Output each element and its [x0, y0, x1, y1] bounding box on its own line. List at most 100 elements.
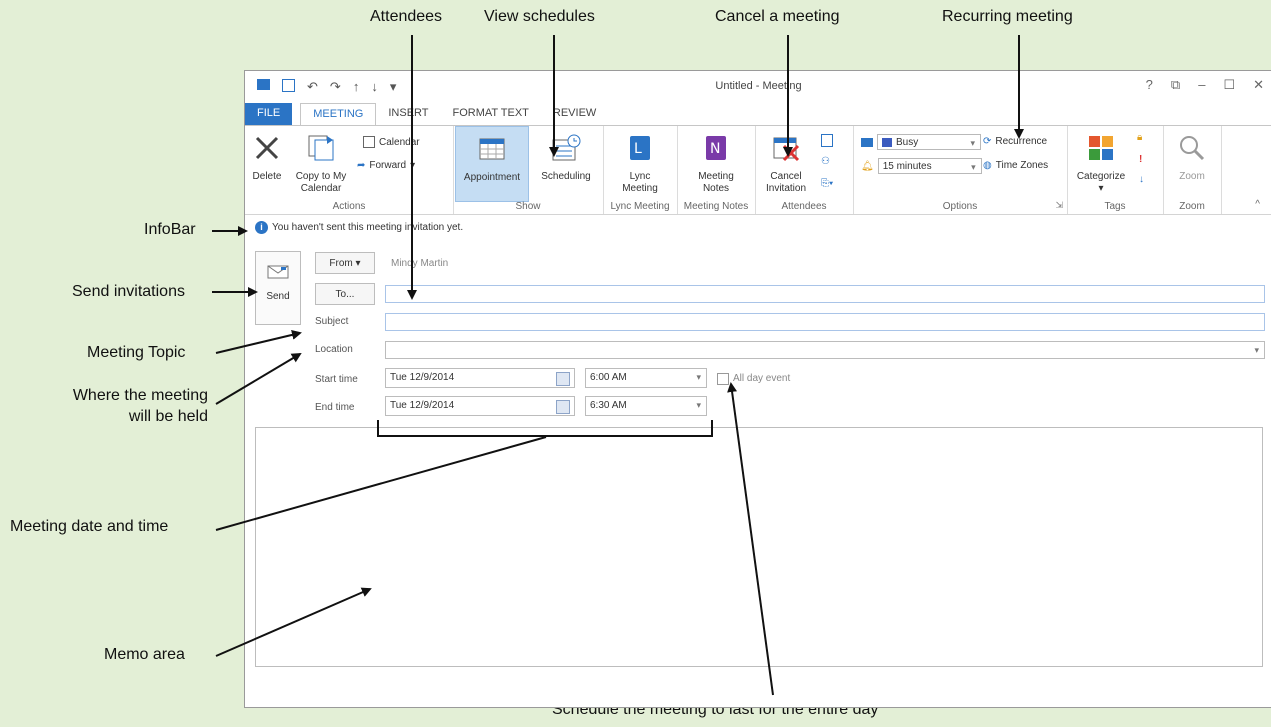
- tab-review[interactable]: REVIEW: [541, 103, 608, 125]
- high-importance-icon: !: [1139, 154, 1143, 165]
- tab-meeting[interactable]: MEETING: [300, 103, 377, 126]
- low-importance-button[interactable]: ↓: [1139, 174, 1144, 185]
- help-icon[interactable]: ?: [1146, 77, 1153, 93]
- scheduling-button[interactable]: Scheduling: [533, 132, 599, 183]
- maximize-icon[interactable]: ☐: [1223, 77, 1235, 93]
- minimize-icon[interactable]: –: [1198, 77, 1205, 93]
- scheduling-icon: [552, 134, 581, 161]
- forward-label: Forward: [369, 160, 407, 171]
- collapse-ribbon-icon[interactable]: ^: [1255, 199, 1260, 210]
- group-lync-meeting: L Lync Meeting Lync Meeting: [603, 126, 678, 214]
- tab-insert[interactable]: INSERT: [376, 103, 440, 125]
- lync-icon: L: [630, 136, 650, 160]
- group-label-zoom: Zoom: [1179, 201, 1205, 212]
- end-time-dropdown[interactable]: 6:30 AM ▾: [585, 396, 707, 416]
- group-attendees: Cancel Invitation ⚇ ⎘▾ Attendees: [755, 126, 854, 214]
- lync-label-line2: Meeting: [622, 183, 658, 194]
- from-button[interactable]: From ▾: [315, 252, 375, 274]
- delete-label: Delete: [252, 171, 282, 182]
- group-tags: Categorize ▾ 🔒︎ ! ↓ Tags: [1067, 126, 1164, 214]
- reminder-dropdown[interactable]: 🔔︎ 15 minutes ▾: [861, 158, 982, 174]
- end-date-picker[interactable]: Tue 12/9/2014: [385, 396, 575, 416]
- check-names-icon: ⚇: [821, 156, 830, 167]
- zoom-icon: [1180, 136, 1205, 161]
- high-importance-button[interactable]: !: [1139, 154, 1142, 165]
- show-as-value: Busy: [896, 136, 919, 148]
- group-show: Appointment Scheduling Show: [453, 126, 604, 214]
- chevron-down-icon: ▾: [696, 372, 701, 382]
- response-options-button[interactable]: ⎘▾: [821, 178, 833, 189]
- calendar-icon: [556, 400, 570, 414]
- title-bar: ↶ ↷ ↑ ↓ ▾ Untitled - Meeting ? ⧉ – ☐ ✕: [245, 71, 1271, 101]
- group-meeting-notes: N Meeting Notes Meeting Notes: [677, 126, 756, 214]
- tab-format-text[interactable]: FORMAT TEXT: [441, 103, 541, 125]
- location-field[interactable]: ▾: [385, 341, 1265, 359]
- start-time-dropdown[interactable]: 6:00 AM ▾: [585, 368, 707, 388]
- chevron-down-icon: ▾: [971, 162, 976, 172]
- all-day-label: All day event: [733, 373, 791, 384]
- group-label-tags: Tags: [1104, 201, 1126, 212]
- recurrence-label: Recurrence: [995, 136, 1048, 147]
- group-label-attendees: Attendees: [781, 201, 827, 212]
- copy-label-line1: Copy to My: [295, 171, 347, 182]
- check-names-button[interactable]: ⚇: [821, 156, 830, 167]
- to-field[interactable]: [385, 285, 1265, 303]
- low-importance-icon: ↓: [1139, 174, 1144, 185]
- calendar-icon: [363, 136, 375, 148]
- recurrence-button[interactable]: ⟳ Recurrence: [983, 136, 1047, 147]
- start-date-picker[interactable]: Tue 12/9/2014: [385, 368, 575, 388]
- end-time-label: End time: [315, 402, 355, 413]
- calendar-button[interactable]: Calendar: [363, 136, 420, 148]
- cancel-label-line1: Cancel: [770, 171, 802, 182]
- time-zones-button[interactable]: ◍ Time Zones: [983, 160, 1048, 171]
- callout-date-time: Meeting date and time: [10, 518, 169, 535]
- callout-where-line2: will be held: [128, 408, 208, 425]
- categorize-icon: [1089, 136, 1113, 160]
- tab-file[interactable]: FILE: [245, 103, 293, 125]
- categorize-button[interactable]: Categorize ▾: [1073, 132, 1129, 195]
- copy-calendar-icon: [308, 135, 334, 161]
- to-button[interactable]: To...: [315, 283, 375, 305]
- zoom-button[interactable]: Zoom: [1169, 132, 1215, 183]
- callout-recurring-meeting: Recurring meeting: [942, 8, 1073, 25]
- callout-infobar: InfoBar: [144, 221, 196, 238]
- address-book-button[interactable]: [821, 134, 833, 147]
- ribbon-display-icon[interactable]: ⧉: [1171, 77, 1180, 93]
- infobar-text: You haven't sent this meeting invitation…: [272, 222, 464, 233]
- show-as-dropdown[interactable]: Busy ▾: [861, 134, 981, 150]
- dialog-launcher-icon[interactable]: ⇲: [1055, 200, 1063, 211]
- group-zoom: Zoom Zoom: [1163, 126, 1222, 214]
- close-icon[interactable]: ✕: [1253, 77, 1264, 93]
- cancel-invitation-button[interactable]: Cancel Invitation: [761, 132, 811, 195]
- chevron-down-icon: ▾: [696, 400, 701, 410]
- globe-icon: ◍: [983, 160, 992, 171]
- notes-label-line2: Notes: [702, 183, 730, 194]
- subject-field[interactable]: [385, 313, 1265, 331]
- chevron-down-icon: ▾: [970, 138, 975, 148]
- all-day-checkbox[interactable]: [717, 373, 729, 385]
- time-zones-label: Time Zones: [995, 160, 1049, 171]
- appointment-button[interactable]: Appointment: [455, 126, 529, 202]
- forward-button[interactable]: ➦ Forward ▾: [357, 160, 415, 171]
- chevron-down-icon: ▾: [355, 258, 361, 269]
- from-label: From: [329, 258, 353, 269]
- start-date-value: Tue 12/9/2014: [390, 372, 455, 383]
- lync-meeting-button[interactable]: L Lync Meeting: [609, 132, 671, 195]
- location-label: Location: [315, 344, 353, 355]
- bell-icon: 🔔︎: [861, 160, 874, 172]
- delete-button[interactable]: Delete: [249, 132, 285, 183]
- callout-view-schedules: View schedules: [484, 8, 595, 25]
- forward-icon: ➦: [357, 160, 366, 171]
- group-options: Busy ▾ 🔔︎ 15 minutes ▾ ⟳ Recurrence ◍ Ti…: [853, 126, 1068, 214]
- from-value: Mindy Martin: [391, 258, 449, 269]
- appointment-icon: [479, 138, 505, 160]
- memo-area[interactable]: [255, 427, 1263, 667]
- cancel-label-line2: Invitation: [765, 183, 807, 194]
- start-time-value: 6:00 AM: [590, 372, 627, 383]
- response-options-icon: ⎘▾: [821, 178, 834, 189]
- send-button[interactable]: Send: [255, 251, 301, 325]
- subject-label: Subject: [315, 316, 349, 327]
- copy-to-calendar-button[interactable]: Copy to My Calendar: [291, 132, 351, 195]
- private-button[interactable]: 🔒︎: [1137, 132, 1142, 143]
- meeting-notes-button[interactable]: N Meeting Notes: [685, 132, 747, 195]
